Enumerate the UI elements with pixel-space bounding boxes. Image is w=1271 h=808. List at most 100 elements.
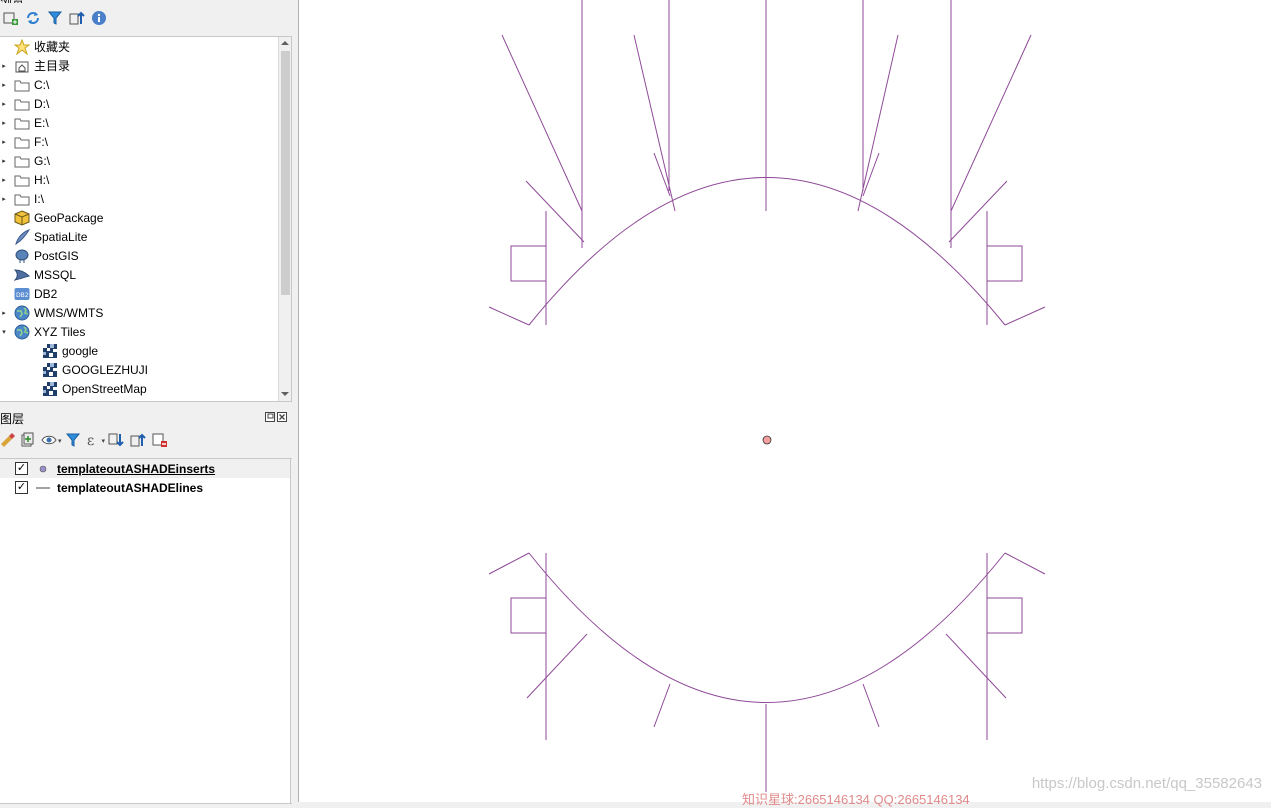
expand-arrow-icon[interactable]: ▸ [0,62,8,70]
collapse-all-button[interactable] [127,430,149,452]
map-line-segment [488,552,530,575]
collapse-all-button[interactable] [66,8,88,30]
tree-item[interactable]: ▸ E:\ [0,113,48,132]
tree-item-label: 收藏夹 [34,40,71,54]
map-box [510,597,547,634]
tree-item[interactable]: MSSQL [0,265,76,284]
tree-item-label: GOOGLEZHUJI [62,362,149,377]
expand-arrow-icon[interactable]: ▾ [0,328,8,336]
tree-item[interactable]: GOOGLEZHUJI [28,360,148,379]
layer-name: templateoutASHADEinserts [57,461,216,476]
map-line-segment [1004,552,1046,575]
eye-icon [41,432,57,451]
filter-icon [47,10,63,29]
svg-text:ε: ε [87,433,94,448]
layer-visibility-checkbox[interactable]: ✓ [15,481,28,494]
tree-item-label: XYZ Tiles [34,324,86,339]
close-panel-icon[interactable] [277,411,287,425]
map-line-segment [501,34,583,212]
style-manager-button[interactable] [0,430,16,452]
map-line-segment [653,683,671,728]
tree-item[interactable]: OpenStreetMap [28,379,147,398]
refresh-button[interactable] [22,8,44,30]
tree-item[interactable]: ▸ H:\ [0,170,49,189]
tree-item[interactable]: ▸ G:\ [0,151,50,170]
expand-arrow-icon[interactable]: ▸ [0,157,8,165]
mssql-icon [14,267,30,283]
tree-item[interactable]: ▸ WMS/WMTS [0,303,103,322]
folder-icon [14,77,30,93]
map-drawing [488,0,1046,792]
layers-list[interactable]: ✓ templateoutASHADEinserts ✓ templateoutASH… [0,458,292,804]
map-line-segment [948,180,1008,243]
filter-legend-button[interactable] [62,430,84,452]
folder-icon [14,172,30,188]
scroll-up-arrow-icon[interactable] [279,37,291,49]
expand-all-button[interactable] [105,430,127,452]
tree-item-label: WMS/WMTS [34,305,104,320]
layers-list-border [290,459,292,803]
tree-item[interactable]: google [28,341,98,360]
map-canvas[interactable]: https://blog.csdn.net/qq_35582643 [298,0,1271,802]
expand-arrow-icon[interactable]: ▸ [0,81,8,89]
tree-item-label: H:\ [34,172,50,187]
folder-icon [14,153,30,169]
tree-item[interactable]: ▾ XYZ Tiles [0,322,85,341]
watermark-qq: 知识星球:2665146134 QQ:2665146134 [742,792,970,807]
expand-all-icon [108,432,124,451]
tree-item[interactable]: ▸ I:\ [0,189,44,208]
add-group-icon [19,432,35,451]
tree-item[interactable]: PostGIS [0,246,79,265]
tree-item-label: G:\ [34,153,51,168]
map-line-segment [525,180,585,243]
tree-item[interactable]: ▸ 主目录 [0,56,70,75]
expand-arrow-icon[interactable]: ▸ [0,309,8,317]
postgis-icon [14,248,30,264]
tree-item[interactable]: ▸ F:\ [0,132,48,151]
collapse-all-icon [130,432,146,451]
map-arc-bottom [528,552,1006,703]
tree-item[interactable]: ▸ D:\ [0,94,49,113]
browser-toolbar [0,8,110,30]
tree-item[interactable]: GeoPackage [0,208,103,227]
map-line-segment [945,633,1007,699]
map-arc-top [528,177,1006,326]
spatialite-icon [14,228,30,245]
scrollbar-thumb[interactable] [281,51,290,295]
layer-name: templateoutASHADElines [57,480,204,495]
scroll-down-arrow-icon[interactable] [279,388,291,400]
tree-item[interactable]: SpatiaLite [0,227,87,246]
globe-icon [14,324,30,340]
layer-row[interactable]: ✓ templateoutASHADElines [0,478,291,497]
folder-icon [14,115,30,131]
expand-arrow-icon[interactable]: ▸ [0,119,8,127]
tree-item[interactable]: ▸ C:\ [0,75,49,94]
add-group-button[interactable] [16,430,38,452]
browser-vertical-scrollbar[interactable] [278,37,291,401]
tree-item[interactable]: 收藏夹 [0,37,70,56]
layer-row[interactable]: ✓ templateoutASHADEinserts [0,459,291,478]
remove-layer-button[interactable] [149,430,171,452]
map-box [986,245,1023,282]
expand-arrow-icon[interactable]: ▸ [0,176,8,184]
layer-visibility-checkbox[interactable]: ✓ [15,462,28,475]
panel-window-controls [265,411,287,425]
browser-tree[interactable]: 收藏夹 ▸ 主目录 ▸ C:\ ▸ D:\ ▸ E:\ ▸ F:\ ▸ G:\ ▸ H:\ ▸ I:\ GeoPa… [0,36,292,402]
filter-browser-button[interactable] [44,8,66,30]
properties-button[interactable] [88,8,110,30]
manage-visibility-button[interactable] [38,430,60,452]
layers-toolbar: ▾ ε ▾ [0,430,171,452]
paint-brush-icon [1,432,15,451]
expand-arrow-icon[interactable]: ▸ [0,195,8,203]
home-folder-icon [14,58,30,74]
tree-item[interactable]: DB2 DB2 [0,284,57,303]
map-line-segment [862,683,880,728]
add-selected-layers-button[interactable] [0,8,22,30]
expand-arrow-icon[interactable]: ▸ [0,100,8,108]
float-panel-icon[interactable] [265,411,275,425]
map-line-segment [526,633,588,699]
filter-by-expression-button[interactable]: ε [84,430,102,452]
expand-arrow-icon[interactable]: ▸ [0,138,8,146]
add-layer-icon [3,10,19,29]
star-icon [14,38,30,55]
